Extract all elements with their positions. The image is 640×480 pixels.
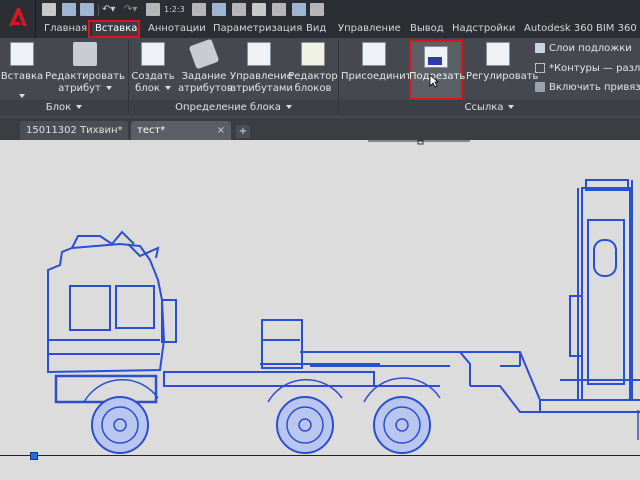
file-tabs-bar: 15011302 Тихвин* тест* × + xyxy=(0,118,640,140)
snap-to-underlays-item[interactable]: Включить привязку xyxy=(535,81,640,95)
ribbon-tab-bar: Главная Вставка Аннотации Параметризация… xyxy=(36,20,640,38)
tab-parametric[interactable]: Параметризация xyxy=(213,21,302,37)
underlay-layers-item[interactable]: Слои подложки xyxy=(535,42,632,56)
layers-icon xyxy=(535,43,545,53)
block-editor-button[interactable]: Редактор блоков xyxy=(288,40,338,100)
selection-grip[interactable] xyxy=(30,452,38,460)
adjust-button[interactable]: Регулировать xyxy=(466,40,538,100)
cloud-icon[interactable] xyxy=(292,3,306,16)
edit-attribute-icon xyxy=(73,42,97,66)
clip-button[interactable]: Подрезать xyxy=(409,40,465,100)
tab-autodesk-360[interactable]: Autodesk 360 xyxy=(524,21,593,37)
define-attributes-button[interactable]: Задание атрибутов xyxy=(178,38,233,100)
tab-manage[interactable]: Управление xyxy=(338,21,401,37)
tab-addins[interactable]: Надстройки xyxy=(452,21,515,37)
tab-view[interactable]: Вид xyxy=(306,21,326,37)
attach-button[interactable]: Присоединить xyxy=(341,40,417,100)
tab-bim-360[interactable]: BIM 360 xyxy=(596,21,637,37)
create-block-icon xyxy=(141,42,165,66)
frames-vary-item[interactable]: *Контуры — различ xyxy=(535,62,640,76)
open-file-icon[interactable] xyxy=(62,3,76,16)
plot-icon[interactable] xyxy=(252,3,266,16)
attribute-tag-icon xyxy=(188,38,220,70)
file-tab-test[interactable]: тест* × xyxy=(131,121,231,140)
tab-insert[interactable]: Вставка xyxy=(92,21,141,37)
manage-attributes-icon xyxy=(247,42,271,66)
measure-tool-label[interactable]: 1:2:3 xyxy=(164,4,185,15)
file-tab-test-label: тест* xyxy=(137,125,166,136)
ribbon-panel: Вставка Редактировать атрибут Блок Созда… xyxy=(0,38,640,118)
new-tab-button[interactable]: + xyxy=(236,125,250,138)
workspace-icon[interactable] xyxy=(212,3,226,16)
block-panel-title[interactable]: Блок xyxy=(0,101,128,115)
drawing-canvas[interactable] xyxy=(0,140,640,480)
frame-icon xyxy=(535,63,545,73)
undo-icon[interactable]: ↶▾ xyxy=(102,3,115,16)
file-tab-tikhvin[interactable]: 15011302 Тихвин* xyxy=(20,121,128,140)
crosshair-line xyxy=(0,455,640,456)
insert-block-button[interactable]: Вставка xyxy=(0,40,44,100)
mouse-cursor-icon xyxy=(429,74,439,88)
new-file-icon[interactable] xyxy=(42,3,56,16)
truck-trailer-drawing xyxy=(47,140,640,454)
share-icon[interactable] xyxy=(192,3,206,16)
application-menu-button[interactable] xyxy=(0,0,36,38)
snap-icon xyxy=(535,82,545,92)
create-block-button[interactable]: Создать блок xyxy=(130,40,176,100)
attach-icon xyxy=(362,42,386,66)
close-tab-icon[interactable]: × xyxy=(217,121,225,140)
quick-access-toolbar: ↶▾ ↷▾ 1:2:3 xyxy=(0,0,640,20)
clip-icon xyxy=(424,46,448,68)
print-icon[interactable] xyxy=(232,3,246,16)
tab-output[interactable]: Вывод xyxy=(410,21,444,37)
tab-annotate[interactable]: Аннотации xyxy=(148,21,206,37)
adjust-icon xyxy=(486,42,510,66)
autocad-logo-icon xyxy=(9,8,27,26)
manage-attributes-button[interactable]: Управление атрибутами xyxy=(230,40,293,100)
reference-panel-title[interactable]: Ссылка xyxy=(339,101,640,115)
cursor-tool-icon[interactable] xyxy=(146,3,160,16)
folder-icon[interactable] xyxy=(272,3,286,16)
lock-icon[interactable] xyxy=(310,3,324,16)
block-def-panel-title[interactable]: Определение блока xyxy=(129,101,338,115)
edit-attribute-button[interactable]: Редактировать атрибут xyxy=(44,40,126,100)
block-editor-icon xyxy=(301,42,325,66)
tab-home[interactable]: Главная xyxy=(44,21,87,37)
save-icon[interactable] xyxy=(80,3,94,16)
redo-icon[interactable]: ↷▾ xyxy=(124,3,137,16)
insert-block-icon xyxy=(10,42,34,66)
